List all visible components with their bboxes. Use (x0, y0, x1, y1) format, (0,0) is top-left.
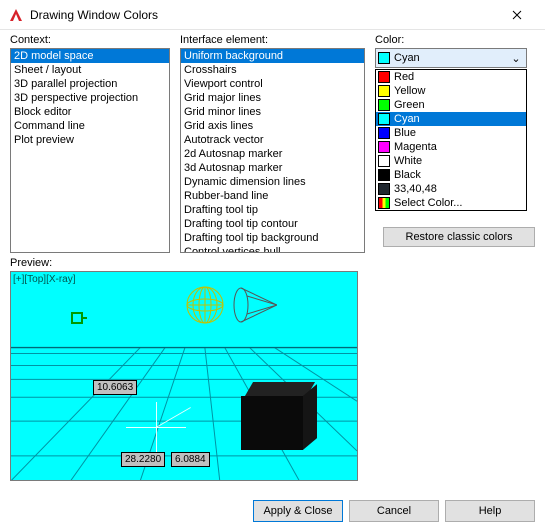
color-option-label: White (394, 155, 422, 167)
interface-listbox[interactable]: Uniform backgroundCrosshairsViewport con… (180, 48, 365, 253)
context-label: Context: (10, 34, 170, 46)
list-item[interactable]: Drafting tool tip contour (181, 217, 364, 231)
wire-cone-icon (233, 286, 277, 324)
list-item[interactable]: Drafting tool tip background (181, 231, 364, 245)
context-listbox[interactable]: 2D model spaceSheet / layout3D parallel … (10, 48, 170, 253)
coord-readout-2: 28.2280 (121, 452, 165, 467)
color-swatch-icon (378, 99, 390, 111)
color-option[interactable]: Blue (376, 126, 526, 140)
list-item[interactable]: Sheet / layout (11, 63, 169, 77)
coord-readout-1: 10.6063 (93, 380, 137, 395)
autosnap-marker-icon (71, 312, 83, 324)
color-swatch-icon (378, 127, 390, 139)
interface-label: Interface element: (180, 34, 365, 46)
list-item[interactable]: Command line (11, 119, 169, 133)
color-option[interactable]: Magenta (376, 140, 526, 154)
list-item[interactable]: Drafting tool tip (181, 203, 364, 217)
color-dropdown[interactable]: Red Yellow Green Cyan Blue Magenta White Black 3… (375, 69, 527, 211)
color-option-label: Select Color... (394, 197, 462, 209)
list-item[interactable]: Grid major lines (181, 91, 364, 105)
color-option[interactable]: White (376, 154, 526, 168)
color-swatch-icon (378, 183, 390, 195)
color-option-label: Yellow (394, 85, 425, 97)
color-option[interactable]: 33,40,48 (376, 182, 526, 196)
close-button[interactable] (497, 0, 537, 30)
list-item[interactable]: 3d Autosnap marker (181, 161, 364, 175)
window-title: Drawing Window Colors (30, 8, 497, 22)
list-item[interactable]: 2D model space (11, 49, 169, 63)
color-swatch-icon (378, 141, 390, 153)
interface-column: Interface element: Uniform backgroundCro… (180, 34, 365, 253)
cube-model-icon (241, 382, 319, 452)
color-option[interactable]: Yellow (376, 84, 526, 98)
list-item[interactable]: 3D parallel projection (11, 77, 169, 91)
restore-classic-button[interactable]: Restore classic colors (383, 227, 535, 247)
apply-close-button[interactable]: Apply & Close (253, 500, 343, 522)
list-item[interactable]: Viewport control (181, 77, 364, 91)
color-column: Color: Cyan ⌄ Red Yellow Green Cyan Blue Mage… (375, 34, 527, 253)
help-button[interactable]: Help (445, 500, 535, 522)
list-item[interactable]: Grid minor lines (181, 105, 364, 119)
preview-viewport: [+][Top][X-ray] (10, 271, 358, 481)
color-option-label: Blue (394, 127, 416, 139)
color-swatch-icon (378, 71, 390, 83)
color-option-label: Magenta (394, 141, 437, 153)
list-item[interactable]: Dynamic dimension lines (181, 175, 364, 189)
list-item[interactable]: Control vertices hull (181, 245, 364, 253)
color-option-label: 33,40,48 (394, 183, 437, 195)
dialog-footer: Apply & Close Cancel Help (253, 500, 535, 522)
color-option-label: Black (394, 169, 421, 181)
wire-sphere-icon (186, 286, 224, 324)
list-item[interactable]: Rubber-band line (181, 189, 364, 203)
color-swatch-icon (378, 155, 390, 167)
list-item[interactable]: Plot preview (11, 133, 169, 147)
color-option-label: Green (394, 99, 425, 111)
app-logo-icon (8, 7, 24, 23)
color-option-label: Red (394, 71, 414, 83)
list-item[interactable]: Block editor (11, 105, 169, 119)
color-option[interactable]: Cyan (376, 112, 526, 126)
color-swatch-icon (378, 169, 390, 181)
color-option[interactable]: Green (376, 98, 526, 112)
close-icon (512, 10, 522, 20)
color-option[interactable]: Red (376, 70, 526, 84)
list-item[interactable]: Grid axis lines (181, 119, 364, 133)
list-item[interactable]: Crosshairs (181, 63, 364, 77)
color-label: Color: (375, 34, 527, 46)
color-option[interactable]: Black (376, 168, 526, 182)
color-option-label: Cyan (394, 113, 420, 125)
color-combobox[interactable]: Cyan ⌄ (375, 48, 527, 68)
color-combo-label: Cyan (394, 52, 508, 64)
coord-readout-3: 6.0884 (171, 452, 210, 467)
titlebar: Drawing Window Colors (0, 0, 545, 30)
list-item[interactable]: Uniform background (181, 49, 364, 63)
cancel-button[interactable]: Cancel (349, 500, 439, 522)
color-swatch-icon (378, 85, 390, 97)
color-swatch-icon (378, 52, 390, 64)
list-item[interactable]: 3D perspective projection (11, 91, 169, 105)
list-item[interactable]: 2d Autosnap marker (181, 147, 364, 161)
context-column: Context: 2D model spaceSheet / layout3D … (10, 34, 170, 253)
color-swatch-icon (378, 113, 390, 125)
color-option[interactable]: Select Color... (376, 196, 526, 210)
chevron-down-icon: ⌄ (508, 52, 524, 65)
preview-label: Preview: (10, 257, 535, 269)
list-item[interactable]: Autotrack vector (181, 133, 364, 147)
color-swatch-icon (378, 197, 390, 209)
